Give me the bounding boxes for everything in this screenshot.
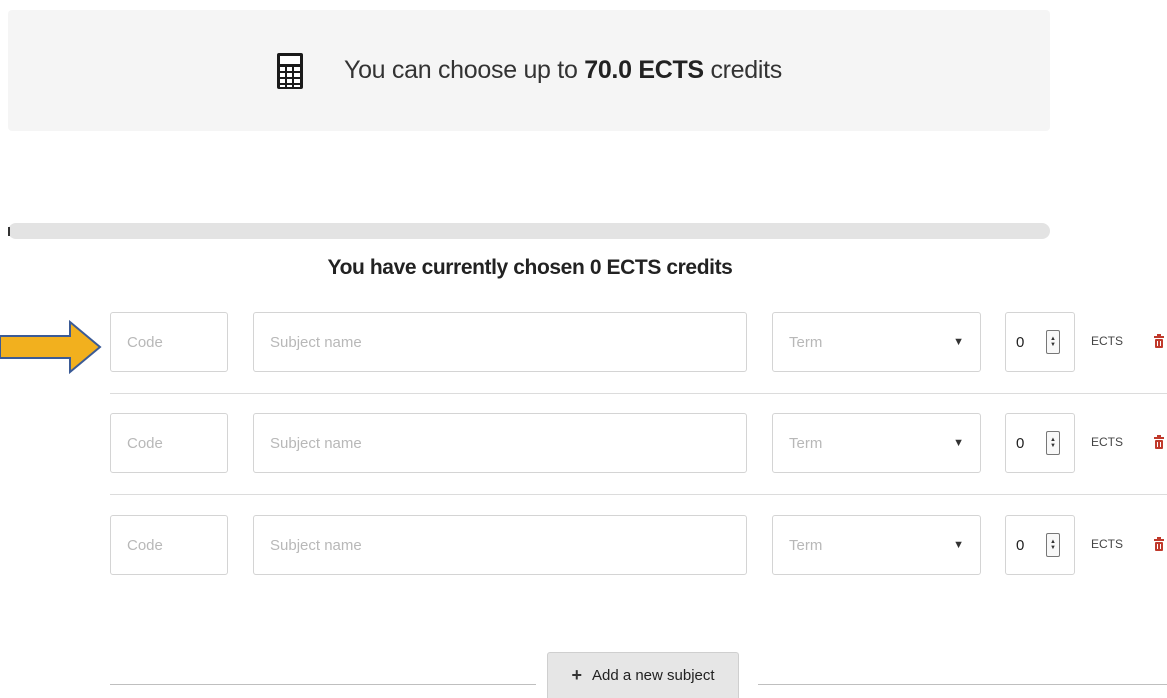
row-divider: [110, 494, 1167, 495]
ects-value: 0: [1016, 536, 1025, 554]
subject-name-placeholder: Subject name: [270, 333, 362, 351]
credit-limit-suffix: credits: [710, 56, 782, 84]
spinner-icon[interactable]: ▲ ▼: [1046, 533, 1060, 557]
credits-progress-marker: [8, 227, 10, 236]
subject-name-input[interactable]: Subject name: [253, 413, 747, 473]
calculator-icon: [277, 52, 303, 89]
footer-divider-left: [110, 684, 536, 685]
term-select[interactable]: Term ▼: [772, 312, 981, 372]
add-subject-label: Add a new subject: [591, 667, 715, 684]
subject-row: Code Subject name Term ▼ 0 ▲ ▼ ECTS: [110, 312, 1167, 374]
term-placeholder: Term: [789, 434, 823, 452]
code-placeholder: Code: [127, 434, 163, 452]
credit-limit-amount: 70.0 ECTS: [584, 56, 704, 84]
trash-icon[interactable]: [1154, 537, 1164, 551]
code-input[interactable]: Code: [110, 413, 228, 473]
trash-icon[interactable]: [1154, 435, 1164, 449]
subject-name-placeholder: Subject name: [270, 434, 362, 452]
code-placeholder: Code: [127, 333, 163, 351]
subject-row: Code Subject name Term ▼ 0 ▲ ▼ ECTS: [110, 413, 1167, 475]
code-input[interactable]: Code: [110, 312, 228, 372]
term-select[interactable]: Term ▼: [772, 515, 981, 575]
row-divider: [110, 393, 1167, 394]
footer-divider-right: [758, 684, 1167, 685]
credit-limit-banner: You can choose up to 70.0 ECTS credits: [8, 10, 1050, 131]
ects-stepper[interactable]: 0 ▲ ▼: [1005, 413, 1075, 473]
caret-down-icon: ▼: [953, 336, 964, 348]
term-placeholder: Term: [789, 333, 823, 351]
caret-down-icon: ▼: [953, 539, 964, 551]
spinner-icon[interactable]: ▲ ▼: [1046, 330, 1060, 354]
plus-icon: +: [571, 665, 582, 685]
pointer-arrow-icon: [0, 319, 102, 375]
chosen-credits-heading: You have currently chosen 0 ECTS credits: [327, 256, 733, 279]
ects-stepper[interactable]: 0 ▲ ▼: [1005, 312, 1075, 372]
ects-label: ECTS: [1091, 537, 1124, 551]
add-subject-button[interactable]: + Add a new subject: [547, 652, 739, 698]
term-select[interactable]: Term ▼: [772, 413, 981, 473]
credits-progress-bar: [8, 223, 1050, 239]
ects-label: ECTS: [1091, 435, 1124, 449]
subject-row: Code Subject name Term ▼ 0 ▲ ▼ ECTS: [110, 515, 1167, 577]
ects-value: 0: [1016, 333, 1025, 351]
subject-name-input[interactable]: Subject name: [253, 312, 747, 372]
subject-name-input[interactable]: Subject name: [253, 515, 747, 575]
trash-icon[interactable]: [1154, 334, 1164, 348]
ects-value: 0: [1016, 434, 1025, 452]
spinner-icon[interactable]: ▲ ▼: [1046, 431, 1060, 455]
subject-name-placeholder: Subject name: [270, 536, 362, 554]
code-input[interactable]: Code: [110, 515, 228, 575]
code-placeholder: Code: [127, 536, 163, 554]
term-placeholder: Term: [789, 536, 823, 554]
ects-label: ECTS: [1091, 334, 1124, 348]
credit-limit-prefix: You can choose up to: [344, 56, 578, 84]
caret-down-icon: ▼: [953, 437, 964, 449]
credit-limit-text: You can choose up to 70.0 ECTS credits: [344, 56, 782, 85]
ects-stepper[interactable]: 0 ▲ ▼: [1005, 515, 1075, 575]
